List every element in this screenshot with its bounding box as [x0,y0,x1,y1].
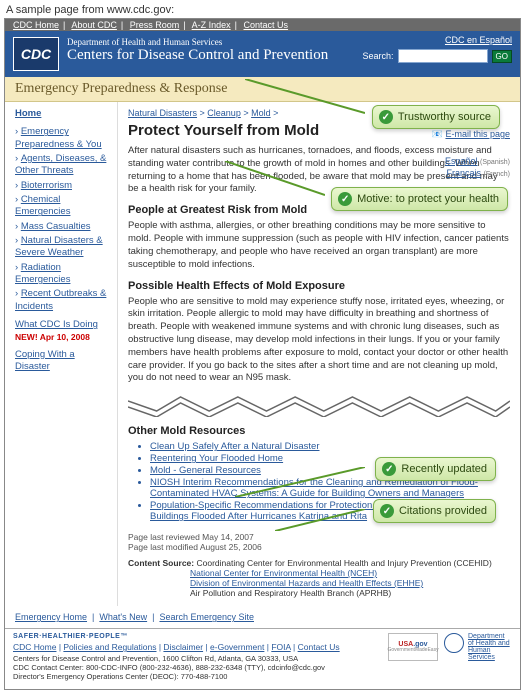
site-banner: CDC Department of Health and Human Servi… [5,31,520,77]
nav-item[interactable]: Chemical Emergencies [15,194,70,217]
resource-link[interactable]: Mold - General Resources [150,465,261,476]
annotation-trustworthy: ✓ Trustworthy source [372,105,500,129]
footer-tagline: SAFER·HEALTHIER·PEOPLE™ [13,633,376,640]
nav-item[interactable]: Bioterrorism [21,180,72,191]
left-nav: Home Emergency Preparedness & You Agents… [5,102,117,606]
nav-section-link[interactable]: Coping With a Disaster [15,349,111,374]
reviewed-date: Page last reviewed May 14, 2007 [128,532,510,542]
footer-link[interactable]: e-Government [210,642,264,652]
check-icon: ✓ [379,110,393,124]
modified-date: Page last modified August 25, 2006 [128,542,510,552]
bottom-link[interactable]: Search Emergency Site [159,612,254,622]
section-heading: Possible Health Effects of Mold Exposure [128,280,510,292]
footer-link[interactable]: FOIA [271,642,290,652]
topnav-link[interactable]: Press Room [130,20,180,30]
content-source-text: Air Pollution and Respiratory Health Bra… [190,588,510,598]
topnav-link[interactable]: Contact Us [244,20,289,30]
content-source: Content Source: Coordinating Center for … [128,558,510,598]
search-go-button[interactable]: GO [492,50,512,63]
annotation-citations: ✓ Citations provided [373,499,496,523]
nav-section-link[interactable]: What CDC Is Doing [15,319,111,331]
hhs-logo[interactable]: Department of Health and Human Services [444,633,512,661]
page-footer: SAFER·HEALTHIER·PEOPLE™ CDC Home | Polic… [5,628,520,689]
main-content: Natural Disasters > Cleanup > Mold > Pro… [117,102,520,606]
section-heading: Emergency Preparedness & Response [5,77,520,102]
caption-text: A sample page from www.cdc.gov: [0,0,525,18]
nav-item[interactable]: Mass Casualties [21,221,91,232]
new-date-label: NEW! Apr 10, 2008 [15,332,111,343]
content-source-link[interactable]: National Center for Environmental Health… [190,568,510,578]
topnav-link[interactable]: CDC Home [13,20,59,30]
lang-link[interactable]: Español [445,156,478,166]
nav-item[interactable]: Emergency Preparedness & You [15,126,102,149]
bottom-link[interactable]: Emergency Home [15,612,87,622]
page-frame: CDC Home| About CDC| Press Room| A-Z Ind… [4,18,521,690]
nav-item[interactable]: Recent Outbreaks & Incidents [15,288,106,311]
body-paragraph: People with asthma, allergies, or other … [128,220,510,271]
breadcrumb-link[interactable]: Mold [251,108,271,118]
page-tools: 📧 E-mail this page Español (Spanish) Fra… [432,128,510,180]
footer-link[interactable]: Policies and Regulations [63,642,156,652]
footer-address: Centers for Disease Control and Preventi… [13,654,376,681]
check-icon: ✓ [380,504,394,518]
emergency-links: Emergency Home | What's New | Search Eme… [5,606,520,628]
resource-link[interactable]: Clean Up Safely After a Natural Disaster [150,441,320,452]
usa-gov-logo[interactable]: USAUSA.gov.gov GovernmentMadeEasy [388,633,438,661]
search-label: Search: [363,51,394,61]
nav-home-link[interactable]: Home [15,108,41,120]
footer-link[interactable]: CDC Home [13,642,56,652]
section-heading: Other Mold Resources [128,425,510,437]
annotation-updated: ✓ Recently updated [375,457,496,481]
cdc-logo[interactable]: CDC [13,37,59,71]
footer-link[interactable]: Disclaimer [163,642,203,652]
nav-item[interactable]: Natural Disasters & Severe Weather [15,235,103,258]
search-input[interactable] [398,49,488,63]
lang-link[interactable]: Français [447,168,482,178]
check-icon: ✓ [382,462,396,476]
page-dates: Page last reviewed May 14, 2007 Page las… [128,532,510,552]
espanol-link[interactable]: CDC en Español [363,35,512,45]
breadcrumb-link[interactable]: Natural Disasters [128,108,197,118]
topnav-link[interactable]: About CDC [71,20,117,30]
check-icon: ✓ [338,192,352,206]
resource-link[interactable]: Reentering Your Flooded Home [150,453,283,464]
annotation-motive: ✓ Motive: to protect your health [331,187,508,211]
topnav-link[interactable]: A-Z Index [192,20,231,30]
bottom-link[interactable]: What's New [99,612,147,622]
content-source-text: Coordinating Center for Environmental He… [197,558,492,568]
page-break-graphic [128,393,510,417]
content-source-label: Content Source: [128,558,194,568]
body-paragraph: People who are sensitive to mold may exp… [128,296,510,386]
top-utility-nav: CDC Home| About CDC| Press Room| A-Z Ind… [5,19,520,31]
nav-item[interactable]: Radiation Emergencies [15,262,70,285]
footer-link[interactable]: Contact Us [298,642,340,652]
breadcrumb-link[interactable]: Cleanup [207,108,241,118]
content-source-link[interactable]: Division of Environmental Hazards and He… [190,578,510,588]
nav-item[interactable]: Agents, Diseases, & Other Threats [15,153,106,176]
email-page-link[interactable]: 📧 E-mail this page [432,128,510,141]
